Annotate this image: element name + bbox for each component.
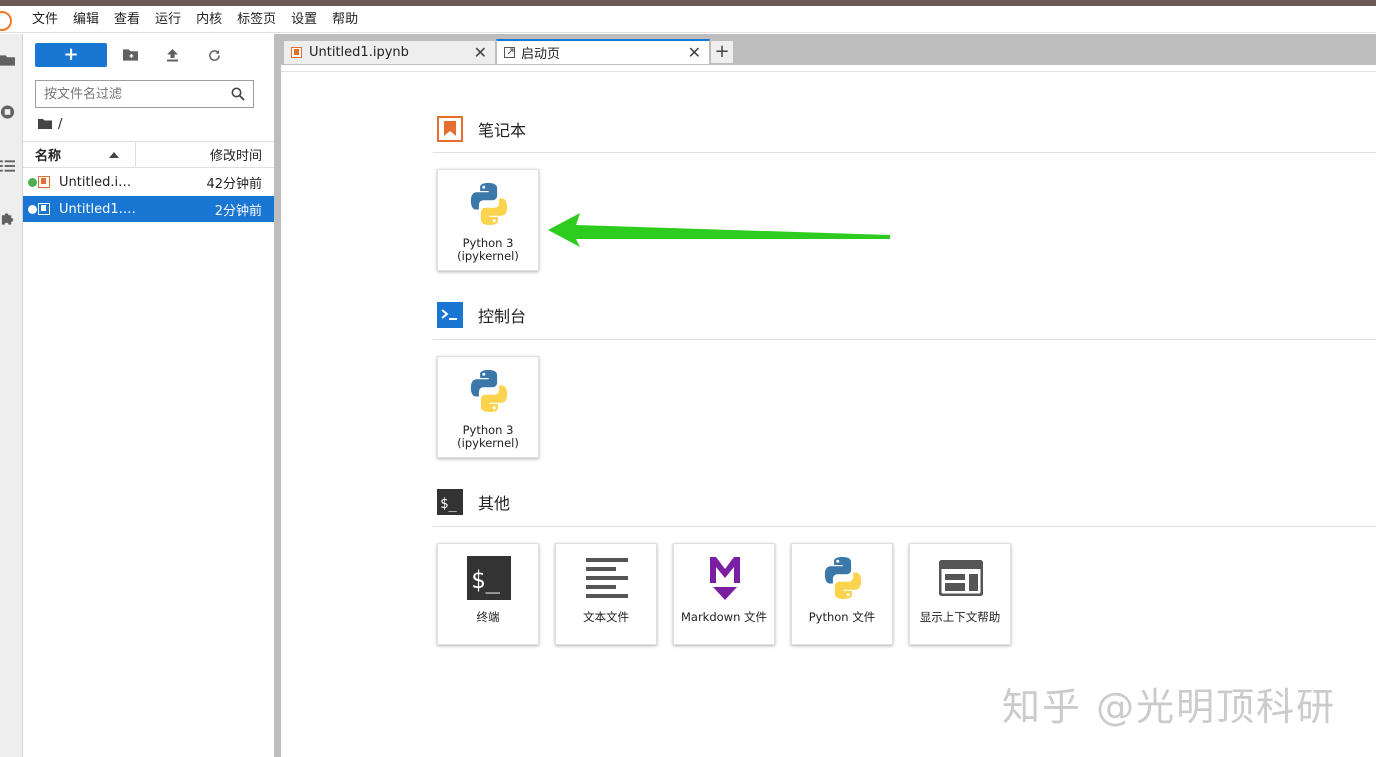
menu-help[interactable]: 帮助 (325, 6, 365, 33)
menubar: 文件 编辑 查看 运行 内核 标签页 设置 帮助 (0, 6, 1376, 33)
folder-icon[interactable] (0, 52, 15, 68)
python-logo-icon (465, 367, 513, 415)
file-filter-box (35, 80, 254, 108)
file-row-untitled[interactable]: Untitled.ip… 42分钟前 (23, 169, 274, 195)
terminal-icon: $_ (465, 554, 513, 602)
close-icon[interactable]: ✕ (474, 43, 487, 62)
section-console-header: 控制台 (437, 302, 526, 328)
close-icon[interactable]: ✕ (688, 43, 701, 62)
launcher-tab-icon (504, 47, 515, 58)
notebook-tab-icon (291, 47, 302, 58)
python-logo-icon (819, 554, 867, 602)
left-sidebar-rail (0, 34, 23, 757)
tab-label: 启动页 (521, 47, 561, 62)
add-tab-button[interactable]: + (710, 40, 734, 64)
column-name-header[interactable]: 名称 (23, 142, 136, 167)
file-modified-time: 2分钟前 (214, 203, 262, 219)
card-label: 终端 (476, 610, 500, 624)
card-label: 显示上下文帮助 (919, 610, 1001, 624)
other-section-icon: $_ (437, 489, 463, 515)
python-logo-icon (465, 180, 513, 228)
menu-file[interactable]: 文件 (25, 6, 65, 33)
running-icon[interactable] (0, 104, 15, 120)
section-other-header: $_ 其他 (437, 489, 510, 515)
launcher-card-python-file[interactable]: Python 文件 (791, 543, 893, 645)
card-label-line2: (ipykernel) (457, 249, 519, 263)
file-list-header: 名称 修改时间 (23, 141, 274, 168)
section-notebook-header: 笔记本 (437, 116, 526, 142)
section-divider (433, 152, 1376, 153)
folder-home-icon[interactable] (38, 118, 52, 130)
launcher-card-markdown-file[interactable]: Markdown 文件 (673, 543, 775, 645)
extension-icon[interactable] (0, 210, 15, 226)
launcher-card-context-help[interactable]: 显示上下文帮助 (909, 543, 1011, 645)
menu-edit[interactable]: 编辑 (66, 6, 106, 33)
refresh-icon[interactable] (206, 47, 222, 63)
section-title: 其他 (478, 494, 511, 513)
menu-run[interactable]: 运行 (148, 6, 188, 33)
upload-icon[interactable] (164, 47, 180, 63)
menu-view[interactable]: 查看 (107, 6, 147, 33)
console-section-icon (437, 302, 463, 328)
notebook-section-icon (437, 116, 463, 142)
card-label: Python 3 (ipykernel) (438, 424, 538, 450)
card-label: Python 文件 (808, 610, 876, 624)
menu-kernel[interactable]: 内核 (189, 6, 229, 33)
new-launcher-button[interactable]: + (35, 43, 107, 67)
toc-icon[interactable] (0, 158, 15, 174)
launcher-card-notebook-python3[interactable]: Python 3 (ipykernel) (437, 169, 539, 271)
tab-launcher[interactable]: 启动页 ✕ (496, 39, 710, 65)
menu-tabs[interactable]: 标签页 (230, 6, 283, 33)
new-folder-icon[interactable] (122, 47, 138, 63)
file-name: Untitled.ip… (59, 174, 139, 190)
column-name-label: 名称 (35, 149, 62, 164)
panel-splitter[interactable] (274, 34, 281, 757)
file-row-untitled1[interactable]: Untitled1.i… 2分钟前 (23, 196, 274, 222)
file-filter-input[interactable] (44, 86, 231, 102)
content-top-divider (281, 65, 1376, 72)
context-help-icon (937, 554, 985, 602)
column-modified-header[interactable]: 修改时间 (136, 145, 274, 164)
tab-label: Untitled1.ipynb (309, 45, 409, 60)
launcher-card-console-python3[interactable]: Python 3 (ipykernel) (437, 356, 539, 458)
svg-text:$_: $_ (440, 496, 457, 512)
tab-untitled1[interactable]: Untitled1.ipynb ✕ (283, 40, 496, 65)
main-tab-bar: Untitled1.ipynb ✕ 启动页 ✕ + (281, 34, 1376, 65)
text-file-icon (583, 554, 631, 602)
file-browser-toolbar: + (35, 43, 222, 67)
kernel-running-indicator (28, 204, 37, 214)
svg-text:$_: $_ (471, 566, 500, 594)
section-divider (433, 526, 1376, 527)
file-name: Untitled1.i… (59, 201, 139, 217)
zhihu-watermark: 知乎 @光明顶科研 (1002, 685, 1337, 729)
launcher-card-terminal[interactable]: $_ 终端 (437, 543, 539, 645)
notebook-file-icon (38, 176, 50, 188)
notebook-file-icon (38, 203, 50, 215)
file-browser-panel: + / 名称 修改时间 Untitled.ip… 42分钟前 Untitl (23, 34, 274, 757)
menu-settings[interactable]: 设置 (284, 6, 324, 33)
launcher-card-text-file[interactable]: 文本文件 (555, 543, 657, 645)
search-icon (231, 87, 245, 101)
section-divider (433, 339, 1376, 340)
annotation-arrow (548, 213, 890, 247)
file-modified-time: 42分钟前 (206, 176, 262, 192)
jupyter-logo-icon (0, 6, 18, 33)
card-label: Python 3 (ipykernel) (438, 237, 538, 263)
card-label-line2: (ipykernel) (457, 436, 519, 450)
section-title: 控制台 (478, 307, 527, 326)
markdown-icon (701, 554, 749, 602)
section-title: 笔记本 (478, 121, 527, 140)
breadcrumb-path[interactable]: / (58, 117, 62, 132)
kernel-running-indicator (28, 177, 37, 187)
card-label: Markdown 文件 (680, 610, 768, 624)
card-label: 文本文件 (583, 610, 629, 624)
breadcrumb: / (38, 116, 62, 132)
sort-ascending-icon (109, 151, 119, 158)
